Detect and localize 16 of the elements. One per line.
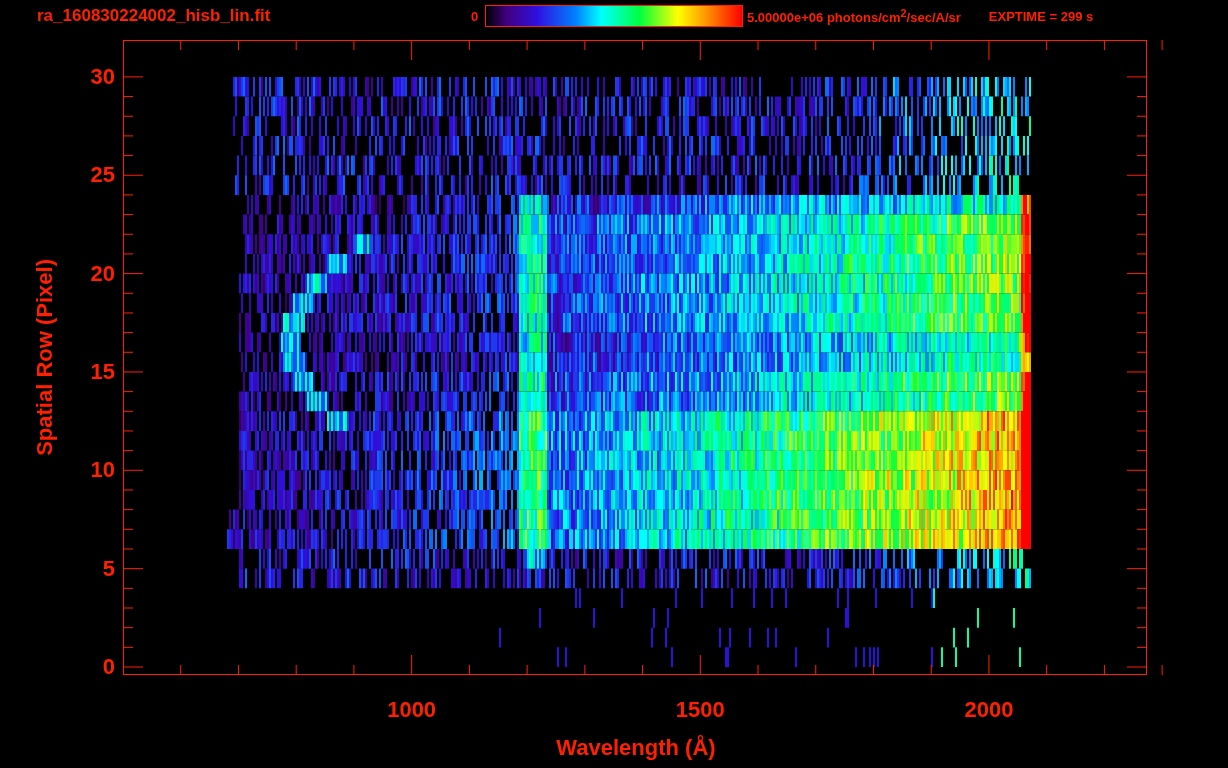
- file-title: ra_160830224002_hisb_lin.fit: [37, 6, 272, 26]
- colorbar-max-label: 5.00000e+06 photons/cm$^{2}$/sec/A/sr: [747, 6, 961, 26]
- x-tick-label: 2000: [963, 697, 1015, 723]
- x-axis-title: Wavelength (Å): [556, 735, 716, 761]
- y-tick-label: 15: [89, 358, 115, 385]
- exposure-time: EXPTIME = 299 s: [988, 8, 1094, 24]
- x-tick-label: 1500: [674, 697, 726, 723]
- x-tick-label: 1000: [386, 697, 438, 723]
- y-axis-title: Spatial Row (Pixel): [32, 259, 58, 456]
- y-tick-label: 30: [89, 63, 115, 90]
- y-tick-label: 10: [89, 457, 115, 484]
- colorbar-min-label: 0: [471, 8, 480, 24]
- y-tick-label: 25: [89, 162, 115, 189]
- y-tick-label: 0: [101, 654, 115, 680]
- y-tick-label: 5: [101, 555, 115, 582]
- y-tick-label: 20: [89, 260, 115, 287]
